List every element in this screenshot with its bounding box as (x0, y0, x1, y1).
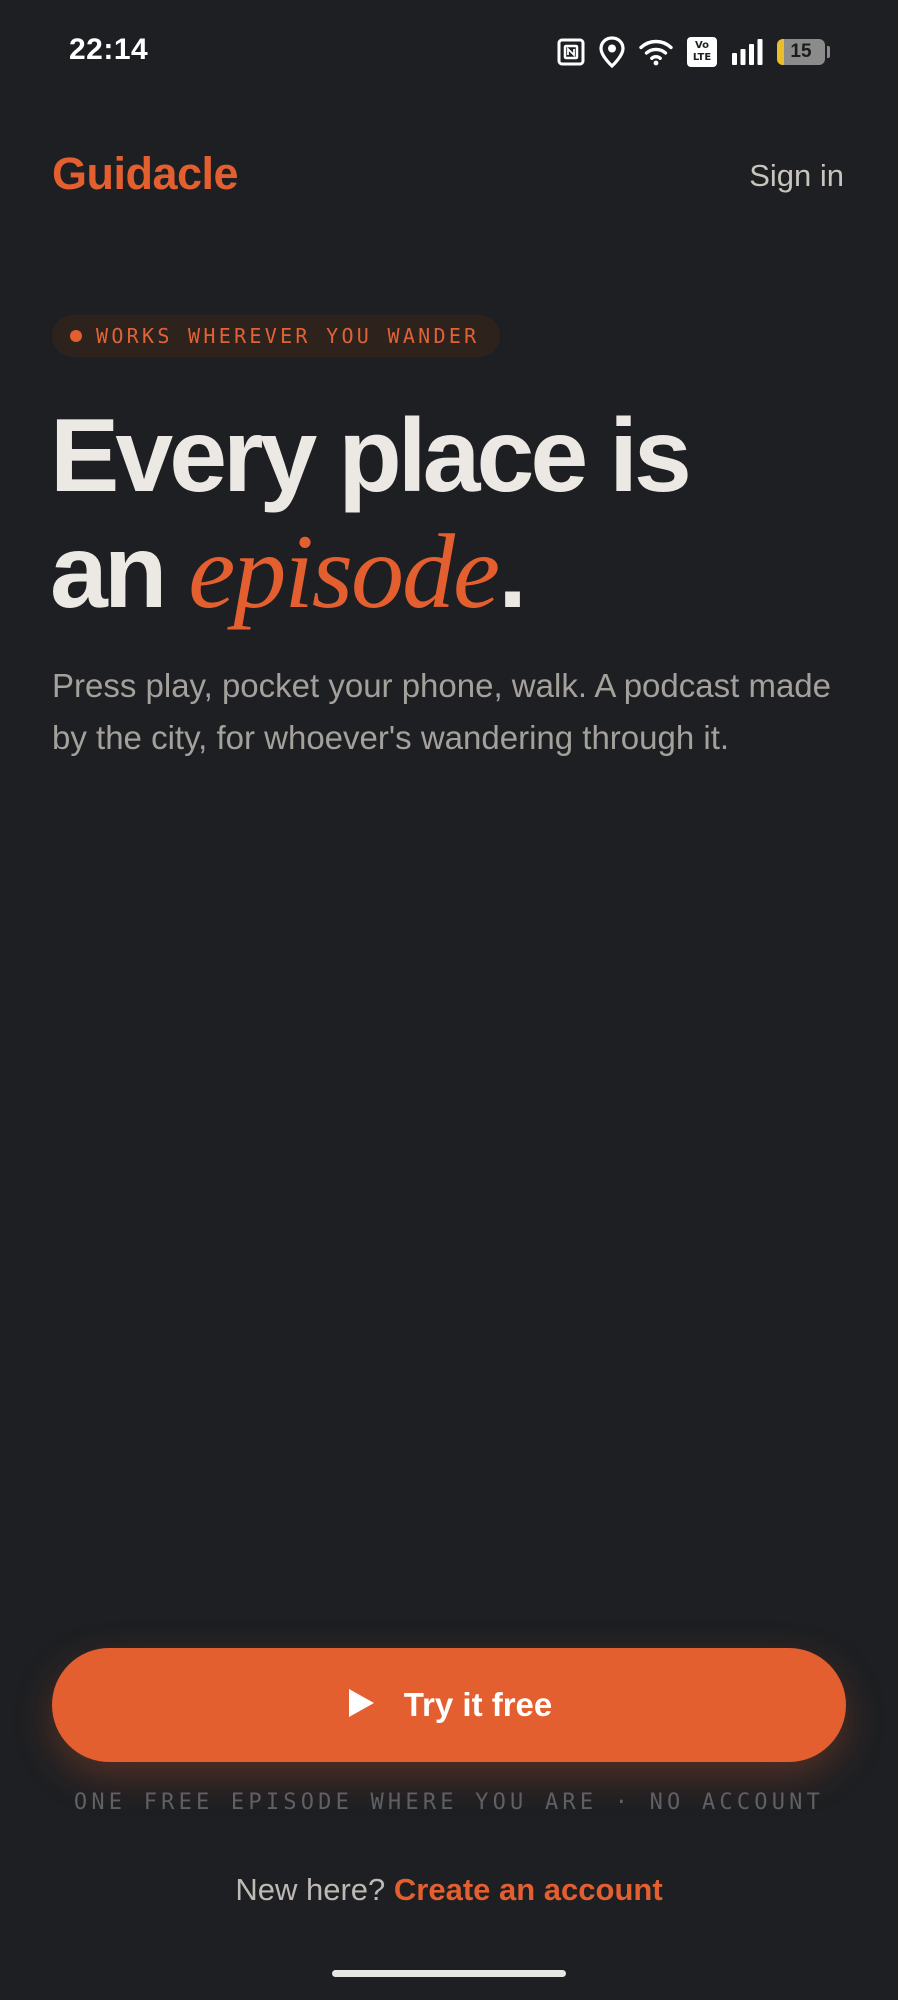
headline-accent: episode (188, 513, 500, 630)
headline-end: . (498, 514, 527, 630)
headline-line-1: Every place is (50, 398, 692, 514)
tagline-badge: WORKS WHEREVER YOU WANDER (52, 315, 500, 357)
volte-bottom-label: LTE (692, 52, 712, 63)
sign-in-link[interactable]: Sign in (749, 158, 844, 194)
play-icon (346, 1687, 376, 1724)
volte-top-label: Vo (694, 40, 710, 51)
nfc-icon (557, 38, 585, 66)
create-account-link[interactable]: Create an account (394, 1872, 663, 1907)
brand-logo[interactable]: Guidacle (52, 148, 239, 200)
signup-line: New here? Create an account (0, 1872, 898, 1908)
tagline-text: WORKS WHEREVER YOU WANDER (96, 324, 480, 348)
intro-text: Press play, pocket your phone, walk. A p… (52, 667, 831, 756)
signal-icon (731, 39, 763, 65)
headline-line-2-start: an (50, 514, 189, 630)
tagline-dot-icon (70, 330, 82, 342)
headline: Every place is an episode. (50, 398, 692, 630)
volte-icon: Vo LTE (687, 37, 717, 67)
home-indicator[interactable] (332, 1970, 566, 1977)
cta-note: ONE FREE EPISODE WHERE YOU ARE · NO ACCO… (73, 1790, 825, 1815)
status-bar: 22:14 Vo LTE 15 (0, 0, 898, 104)
try-it-free-button[interactable]: Try it free (52, 1648, 846, 1762)
signup-prompt: New here? (235, 1872, 386, 1907)
status-icons: Vo LTE 15 (557, 34, 830, 70)
wifi-icon (639, 38, 673, 66)
location-icon (599, 36, 625, 68)
battery-cap (827, 46, 830, 58)
try-it-free-label: Try it free (403, 1686, 553, 1723)
status-time: 22:14 (69, 33, 149, 66)
battery-icon: 15 (777, 39, 825, 65)
battery-level: 15 (790, 41, 812, 62)
